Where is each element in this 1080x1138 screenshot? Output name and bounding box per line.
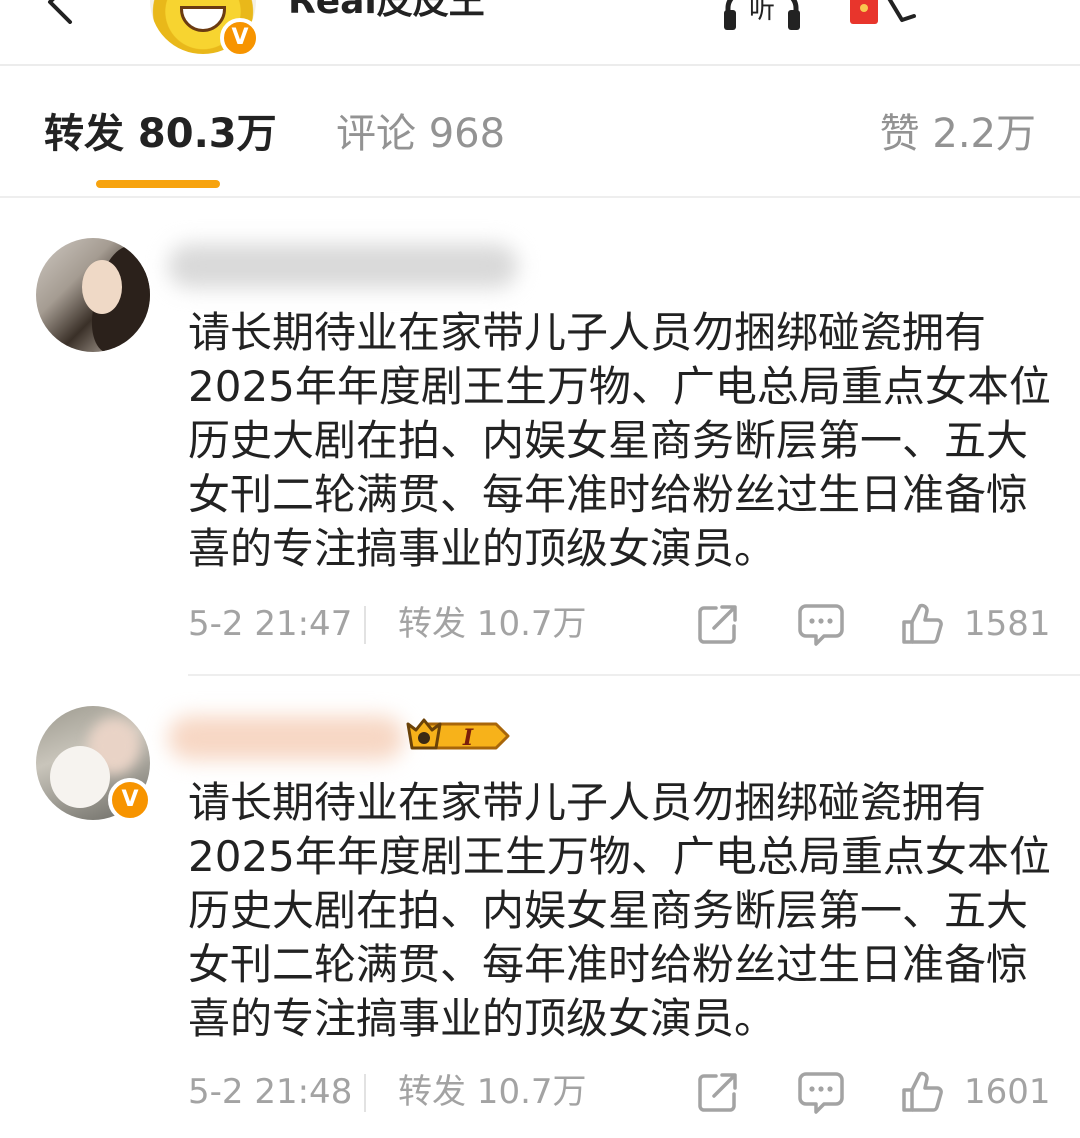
divider [364, 606, 366, 644]
repost-count[interactable]: 转发 10.7万 [398, 1070, 587, 1114]
repost-time: 5-2 21:48 [188, 1072, 353, 1112]
repost-count[interactable]: 转发 10.7万 [398, 602, 587, 646]
verified-icon: V [108, 778, 152, 822]
username-blurred[interactable] [168, 716, 404, 760]
back-icon[interactable] [40, 0, 84, 24]
level-badge-icon: I [406, 718, 510, 751]
username-blurred[interactable] [168, 244, 518, 288]
active-tab-indicator [96, 180, 220, 188]
headphones-icon[interactable]: 听 [720, 0, 804, 30]
repost-text: 请长期待业在家带儿子人员勿捆绑碰瓷拥有2025年年度剧王生万物、广电总局重点女本… [188, 778, 1051, 1043]
tab-comments[interactable]: 评论 968 [336, 110, 505, 158]
like-count: 1581 [964, 604, 1051, 644]
tab-bar: 转发 80.3万 评论 968 赞 2.2万 [0, 66, 1080, 196]
divider [364, 1074, 366, 1112]
level-badge-label: I [462, 725, 474, 751]
comment-icon[interactable] [798, 1070, 844, 1114]
share-icon[interactable] [696, 1070, 740, 1114]
tab-likes[interactable]: 赞 2.2万 [880, 110, 1036, 158]
profile-username[interactable]: Real皮皮王 [288, 0, 485, 24]
share-icon[interactable] [696, 602, 740, 646]
repost-meta: 5-2 21:48 转发 10.7万 1601 [188, 1070, 1051, 1114]
thumbs-up-icon[interactable] [900, 602, 944, 646]
verified-icon: V [220, 18, 260, 58]
comment-icon[interactable] [798, 602, 844, 646]
like-count: 1601 [964, 1072, 1051, 1112]
thumbs-up-icon[interactable] [900, 1070, 944, 1114]
tab-reposts[interactable]: 转发 80.3万 [44, 110, 277, 158]
red-packet-icon[interactable] [848, 0, 918, 34]
repost-text: 请长期待业在家带儿子人员勿捆绑碰瓷拥有2025年年度剧王生万物、广电总局重点女本… [188, 308, 1051, 573]
top-bar: V Real皮皮王 听 [0, 0, 1080, 64]
divider [0, 196, 1080, 198]
more-icon[interactable] [966, 0, 1036, 8]
divider [188, 674, 1080, 676]
repost-meta: 5-2 21:47 转发 10.7万 1581 [188, 602, 1051, 646]
repost-time: 5-2 21:47 [188, 604, 353, 644]
avatar[interactable] [36, 238, 150, 352]
listen-label: 听 [749, 0, 775, 25]
